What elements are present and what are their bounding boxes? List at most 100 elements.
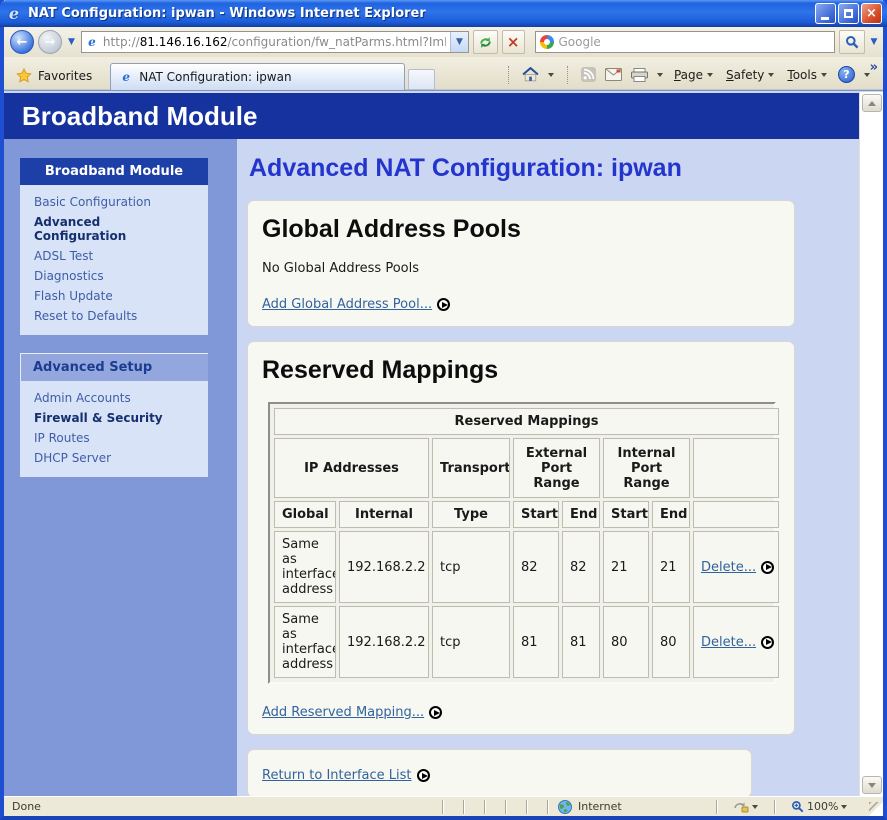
search-options-dropdown[interactable]: ▼ (869, 37, 880, 47)
play-arrow-icon (761, 636, 774, 649)
help-button[interactable]: ? (835, 64, 858, 85)
print-dropdown[interactable] (654, 71, 666, 79)
cell-internal: 192.168.2.2 (339, 531, 429, 603)
home-button[interactable] (519, 65, 542, 84)
resize-grip[interactable] (869, 802, 883, 816)
sidebar-item-reset-to-defaults[interactable]: Reset to Defaults (20, 306, 208, 326)
page-favicon: e (85, 35, 99, 49)
home-icon (522, 67, 539, 82)
sidebar-item-admin-accounts[interactable]: Admin Accounts (20, 388, 208, 408)
page-menu-button[interactable]: Page (669, 66, 718, 84)
scroll-up-button[interactable] (862, 94, 882, 112)
delete-mapping-link[interactable]: Delete... (701, 635, 774, 650)
sidebar-item-firewall-security[interactable]: Firewall & Security (20, 408, 208, 428)
read-mail-button[interactable] (602, 66, 625, 83)
forward-button[interactable]: → (38, 30, 62, 54)
reserved-mappings-title: Reserved Mappings (262, 356, 780, 385)
sidebar-item-adsl-test[interactable]: ADSL Test (20, 246, 208, 266)
maximize-button[interactable] (838, 3, 859, 24)
sidebar-item-dhcp-server[interactable]: DHCP Server (20, 448, 208, 468)
back-button[interactable]: ← (10, 30, 34, 54)
delete-mapping-link[interactable]: Delete... (701, 560, 774, 575)
protected-mode-button[interactable] (727, 800, 764, 813)
status-separator (505, 800, 507, 814)
tools-menu-button[interactable]: Tools (782, 66, 832, 84)
banner-title: Broadband Module (22, 101, 257, 131)
status-separator (442, 800, 444, 814)
star-icon (16, 68, 32, 83)
chevron-down-icon (548, 73, 554, 77)
stop-button[interactable]: × (502, 30, 525, 54)
column-header-ip-addresses: IP Addresses (274, 438, 429, 498)
home-dropdown[interactable] (545, 71, 557, 79)
address-dropdown[interactable]: ▼ (450, 32, 468, 52)
sidebar-item-basic-configuration[interactable]: Basic Configuration (20, 192, 208, 212)
global-address-pools-panel: Global Address Pools No Global Address P… (247, 200, 795, 327)
zoom-control[interactable]: 100% (785, 800, 853, 813)
google-icon (540, 35, 554, 49)
vertical-scrollbar[interactable] (859, 92, 883, 796)
search-input[interactable] (559, 35, 830, 49)
command-bar: Page Safety Tools ? (501, 64, 877, 90)
safety-menu-button[interactable]: Safety (721, 66, 779, 84)
cell-ext-end: 82 (562, 531, 600, 603)
column-header-external-port-range: External Port Range (513, 438, 600, 498)
sidebar-item-diagnostics[interactable]: Diagnostics (20, 266, 208, 286)
subheader-ext-start: Start (513, 501, 559, 528)
help-icon: ? (838, 66, 855, 83)
close-button[interactable]: × (861, 3, 882, 24)
sidebar-item-advanced-configuration[interactable]: Advanced Configuration (20, 212, 208, 246)
cell-ext-start: 82 (513, 531, 559, 603)
chevron-down-icon (657, 73, 663, 77)
safety-menu-label: Safety (726, 68, 764, 82)
subheader-internal: Internal (339, 501, 429, 528)
reserved-mappings-table-container: Reserved Mappings IP Addresses Transport… (268, 402, 776, 684)
tools-menu-label: Tools (787, 68, 817, 82)
add-global-address-pool-link[interactable]: Add Global Address Pool... (262, 297, 450, 312)
feeds-button[interactable] (578, 65, 599, 84)
add-reserved-mapping-link[interactable]: Add Reserved Mapping... (262, 705, 442, 720)
address-bar[interactable]: e http://81.146.16.162/configuration/fw_… (81, 31, 469, 53)
toolbar-separator (567, 66, 568, 84)
zone-label: Internet (578, 800, 622, 813)
cell-internal: 192.168.2.2 (339, 606, 429, 678)
page-title: Advanced NAT Configuration: ipwan (249, 154, 859, 183)
favorites-button[interactable]: Favorites (10, 68, 104, 90)
tab-nat-configuration[interactable]: e NAT Configuration: ipwan (110, 63, 405, 90)
column-header-actions (693, 438, 779, 498)
play-arrow-icon (761, 561, 774, 574)
column-header-transport: Transport (432, 438, 510, 498)
printer-icon (631, 68, 648, 82)
print-button[interactable] (628, 66, 651, 84)
cell-int-end: 21 (652, 531, 690, 603)
cell-ext-start: 81 (513, 606, 559, 678)
cell-int-start: 80 (603, 606, 649, 678)
sidebar-item-ip-routes[interactable]: IP Routes (20, 428, 208, 448)
scroll-down-button[interactable] (862, 776, 882, 794)
search-box[interactable] (535, 31, 835, 53)
chevron-down-icon (707, 73, 713, 77)
table-row: Same as interface address 192.168.2.2 tc… (274, 606, 779, 678)
refresh-icon (478, 35, 493, 50)
new-tab-button[interactable] (408, 69, 435, 90)
return-panel: Return to Interface List (247, 749, 752, 796)
toolbar-separator (508, 66, 509, 84)
zoom-level: 100% (807, 800, 838, 813)
toolbar-overflow-chevron[interactable]: » (870, 60, 878, 75)
minimize-icon (821, 17, 829, 20)
return-to-interface-list-link[interactable]: Return to Interface List (262, 768, 430, 783)
sidebar-panel-advanced-setup: Advanced Setup Admin Accounts Firewall &… (20, 353, 208, 477)
ie-logo-icon: e (5, 5, 23, 23)
subheader-type: Type (432, 501, 510, 528)
search-button[interactable] (839, 30, 865, 54)
chevron-down-icon (821, 73, 827, 77)
minimize-button[interactable] (815, 3, 836, 24)
refresh-button[interactable] (473, 30, 498, 54)
recent-pages-dropdown[interactable]: ▼ (66, 37, 77, 47)
sidebar-item-flash-update[interactable]: Flash Update (20, 286, 208, 306)
stop-icon: × (507, 35, 520, 50)
status-separator (774, 800, 776, 814)
favorites-label: Favorites (38, 69, 92, 83)
zoom-magnifier-icon (791, 800, 804, 813)
cell-type: tcp (432, 531, 510, 603)
